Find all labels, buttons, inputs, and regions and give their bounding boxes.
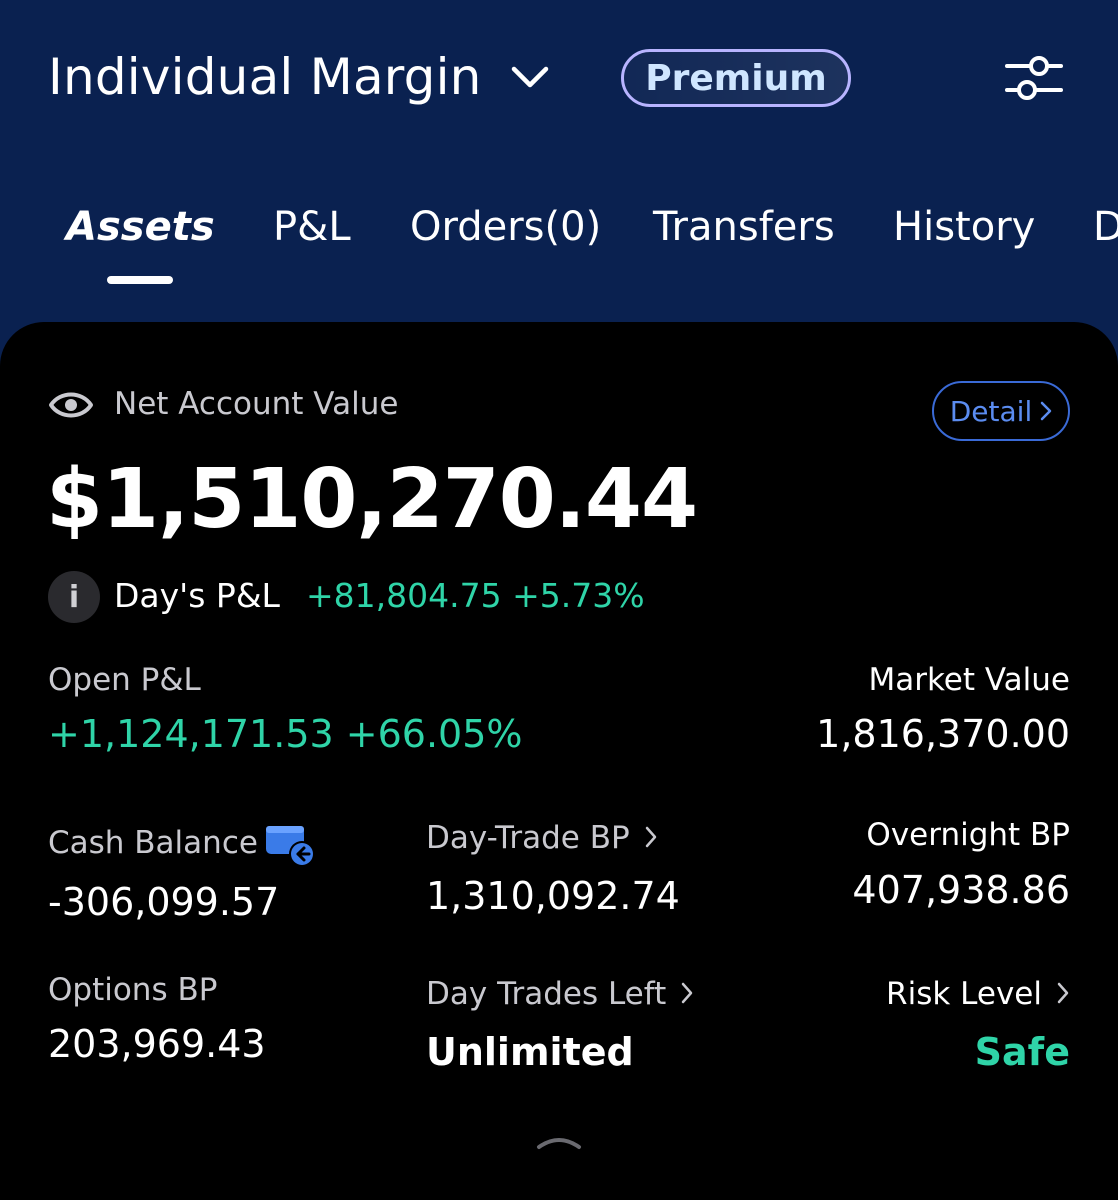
day-trades-left-label[interactable]: Day Trades Left bbox=[426, 976, 694, 1014]
options-bp-label: Options BP bbox=[48, 972, 218, 1008]
tab-more[interactable]: D bbox=[1093, 204, 1118, 250]
risk-level-label[interactable]: Risk Level bbox=[886, 976, 1070, 1014]
net-account-value-label: Net Account Value bbox=[114, 386, 399, 422]
premium-badge[interactable]: Premium bbox=[621, 49, 851, 107]
info-icon[interactable]: i bbox=[48, 571, 100, 623]
market-value: 1,816,370.00 bbox=[816, 712, 1070, 756]
tab-pl[interactable]: P&L bbox=[273, 204, 351, 250]
day-trade-bp-text: Day-Trade BP bbox=[426, 820, 630, 856]
risk-level-value: Safe bbox=[974, 1030, 1070, 1074]
day-trades-left-value: Unlimited bbox=[426, 1030, 634, 1074]
sliders-icon[interactable] bbox=[1005, 55, 1063, 101]
eye-icon[interactable] bbox=[48, 385, 94, 425]
tab-history[interactable]: History bbox=[893, 204, 1035, 250]
open-pl-value: +1,124,171.53 +66.05% bbox=[48, 712, 523, 756]
day-trades-left-text: Day Trades Left bbox=[426, 976, 667, 1012]
active-tab-indicator bbox=[107, 276, 173, 284]
overnight-bp-label: Overnight BP bbox=[866, 817, 1070, 853]
chevron-down-icon bbox=[510, 57, 550, 97]
chevron-right-icon bbox=[1040, 401, 1052, 421]
days-pl-value: +81,804.75 +5.73% bbox=[306, 576, 645, 615]
account-name: Individual Margin bbox=[48, 48, 482, 106]
day-trade-bp-label[interactable]: Day-Trade BP bbox=[426, 820, 658, 858]
tab-bar: Assets P&L Orders(0) Transfers History D bbox=[0, 196, 1118, 306]
detail-button-label: Detail bbox=[949, 394, 1033, 428]
account-selector[interactable]: Individual Margin bbox=[48, 48, 550, 106]
cash-balance-value: -306,099.57 bbox=[48, 880, 280, 924]
open-pl-label: Open P&L bbox=[48, 662, 201, 698]
tab-orders[interactable]: Orders(0) bbox=[410, 204, 601, 250]
cash-balance-label: Cash Balance bbox=[48, 825, 258, 861]
chevron-right-icon bbox=[1056, 978, 1070, 1014]
overnight-bp-value: 407,938.86 bbox=[852, 868, 1070, 912]
risk-level-text: Risk Level bbox=[886, 976, 1042, 1012]
account-header: Individual Margin Premium Assets P&L Ord… bbox=[0, 0, 1118, 330]
market-value-label: Market Value bbox=[868, 662, 1070, 698]
tab-assets[interactable]: Assets bbox=[66, 204, 215, 250]
options-bp-value: 203,969.43 bbox=[48, 1022, 266, 1066]
detail-button[interactable]: Detail bbox=[932, 381, 1070, 441]
wallet-transfer-icon[interactable] bbox=[264, 822, 318, 868]
days-pl-label: Day's P&L bbox=[114, 576, 280, 615]
tab-transfers[interactable]: Transfers bbox=[653, 204, 835, 250]
chevron-right-icon bbox=[680, 978, 694, 1014]
chevron-right-icon bbox=[644, 822, 658, 858]
day-trade-bp-value: 1,310,092.74 bbox=[426, 874, 680, 918]
net-account-value: $1,510,270.44 bbox=[46, 452, 698, 547]
chevron-up-icon[interactable] bbox=[536, 1131, 582, 1151]
